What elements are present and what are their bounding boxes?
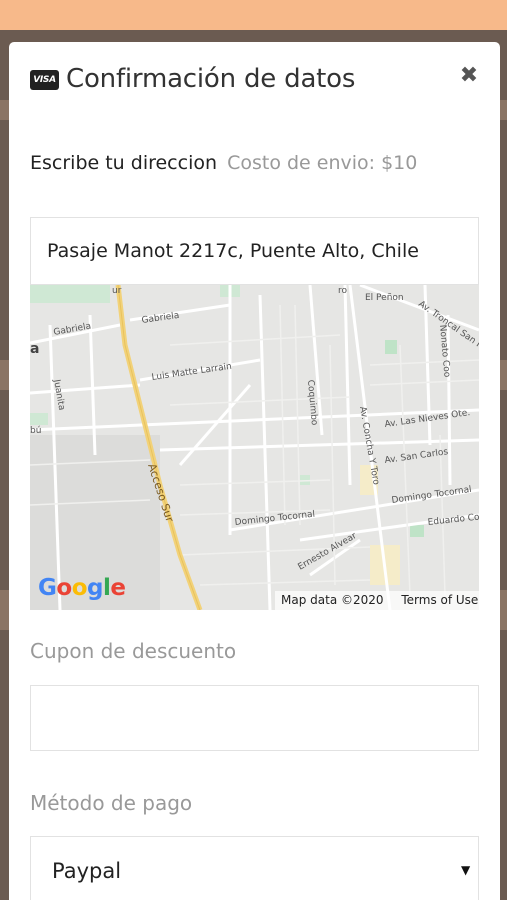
svg-text:a: a (30, 341, 39, 357)
address-label: Escribe tu direccion (30, 152, 218, 174)
payment-method-label: Método de pago (30, 791, 193, 815)
map-view[interactable]: Gabriela Gabriela Luis Matte Larrain Jua… (30, 285, 479, 610)
confirmation-modal: VISA Confirmación de datos ✖ Escribe tu … (9, 42, 500, 900)
modal-title: Confirmación de datos (66, 64, 356, 94)
address-label-row: Escribe tu direccion Costo de envio: $10 (30, 152, 417, 174)
address-input-value: Pasaje Manot 2217c, Puente Alto, Chile (47, 240, 419, 262)
close-icon[interactable]: ✖ (457, 64, 481, 88)
google-logo: Google (38, 575, 126, 601)
app-top-bar (0, 0, 507, 30)
dropdown-arrow-icon: ▼ (461, 863, 471, 877)
map-attribution: Map data ©2020 Terms of Use (275, 591, 479, 610)
payment-method-value: Paypal (52, 859, 122, 883)
coupon-input[interactable] (30, 685, 479, 751)
svg-text:bú: bú (30, 426, 41, 436)
modal-header: VISA Confirmación de datos ✖ (9, 42, 500, 122)
coupon-label: Cupon de descuento (30, 639, 237, 663)
visa-card-icon: VISA (30, 70, 59, 90)
svg-text:ro: ro (338, 286, 348, 296)
map-canvas: Gabriela Gabriela Luis Matte Larrain Jua… (30, 285, 479, 610)
map-data-credit: Map data ©2020 (281, 593, 384, 607)
svg-text:ur: ur (112, 286, 122, 296)
svg-text:El Peñon: El Peñon (365, 293, 404, 303)
payment-method-select[interactable]: Paypal ▼ (30, 836, 479, 900)
shipping-cost: Costo de envio: $10 (227, 152, 418, 174)
map-terms-link[interactable]: Terms of Use (401, 593, 478, 607)
address-input[interactable]: Pasaje Manot 2217c, Puente Alto, Chile (30, 217, 479, 285)
